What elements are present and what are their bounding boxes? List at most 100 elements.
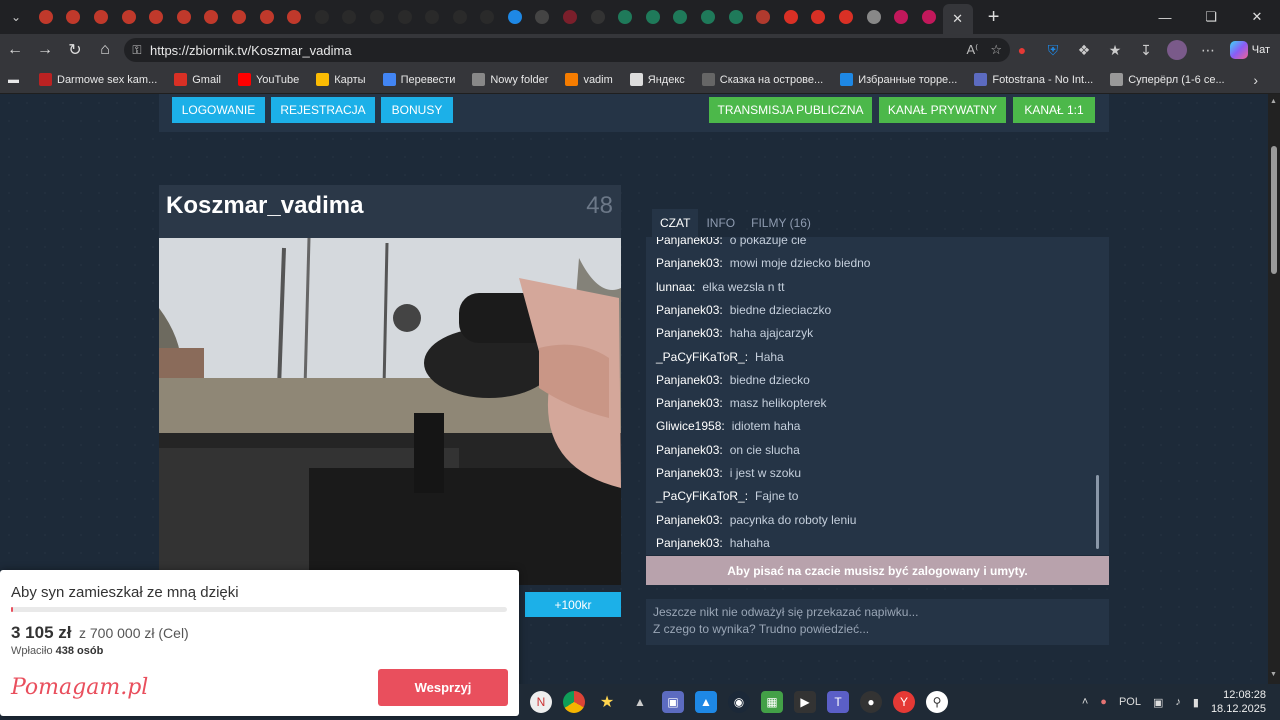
new-tab-icon[interactable]: + (979, 6, 1009, 29)
star-app-icon[interactable]: ★ (596, 691, 618, 713)
network-icon[interactable]: ▣ (1153, 696, 1163, 709)
tab-search-icon[interactable]: ⌄ (0, 0, 32, 34)
scroll-up-icon[interactable]: ▲ (1270, 98, 1277, 105)
microphone-icon[interactable]: ● (1100, 696, 1107, 708)
chat-scrollbar[interactable] (1096, 475, 1099, 549)
chevron-right-icon[interactable]: › (1253, 72, 1258, 88)
browser-tab[interactable] (280, 4, 308, 30)
chat-username[interactable]: Panjanek03: (656, 466, 723, 480)
private-channel-button[interactable]: KANAŁ PRYWATNY (879, 97, 1006, 123)
bookmark-item[interactable]: vadim (565, 73, 613, 86)
bookmark-item[interactable]: Яндекс (629, 73, 685, 86)
more-menu-icon[interactable]: ⋯ (1198, 40, 1218, 60)
browser-tab[interactable] (584, 4, 612, 30)
browser-tab[interactable] (722, 4, 750, 30)
favorite-star-icon[interactable]: ☆ (990, 42, 1002, 58)
close-tab-icon[interactable]: ✕ (952, 11, 963, 27)
tab-info[interactable]: INFO (698, 209, 743, 237)
profile-avatar[interactable] (1167, 40, 1187, 60)
browser-tab[interactable] (474, 4, 502, 30)
browser-tab[interactable] (253, 4, 281, 30)
volume-icon[interactable]: ♪ (1175, 696, 1181, 708)
battery-icon[interactable]: ▮ (1193, 696, 1199, 709)
chat-username[interactable]: Panjanek03: (656, 443, 723, 457)
browser-tab[interactable] (639, 4, 667, 30)
public-stream-button[interactable]: TRANSMISJA PUBLICZNA (709, 97, 872, 123)
bookmark-item[interactable]: Fotostrana - No Int... (974, 73, 1093, 86)
forward-icon[interactable]: → (30, 35, 60, 65)
chat-username[interactable]: Panjanek03: (656, 237, 723, 247)
bonus-button[interactable]: BONUSY (381, 97, 453, 123)
extensions-icon[interactable]: ❖ (1074, 40, 1094, 60)
app-icon-record[interactable]: ● (860, 691, 882, 713)
tray-chevron-icon[interactable]: ˄ (1082, 696, 1088, 708)
steam-icon[interactable]: ◉ (728, 691, 750, 713)
downloads-icon[interactable]: ↧ (1136, 40, 1156, 60)
favorites-icon[interactable]: ★ (1105, 40, 1125, 60)
reading-list-icon[interactable]: ▬ (8, 74, 19, 86)
read-aloud-icon[interactable]: A⁽ (966, 42, 978, 58)
adblock-icon[interactable]: ● (1012, 40, 1032, 60)
one-on-one-button[interactable]: KANAŁ 1:1 (1013, 97, 1095, 123)
app-icon-search[interactable]: ⚲ (926, 691, 948, 713)
app-icon-1[interactable]: N (530, 691, 552, 713)
copilot-chat-button[interactable]: Чат (1224, 39, 1276, 61)
back-icon[interactable]: ← (0, 35, 30, 65)
browser-tab[interactable] (170, 4, 198, 30)
site-info-icon[interactable]: ⚿ (124, 43, 150, 58)
browser-tab[interactable] (363, 4, 391, 30)
browser-tab[interactable] (308, 4, 336, 30)
chat-username[interactable]: _PaCyFiKaToR_: (656, 489, 748, 503)
yandex-icon[interactable]: Y (893, 691, 915, 713)
bookmark-item[interactable]: Darmowe sex kam... (39, 73, 157, 86)
browser-tab[interactable] (391, 4, 419, 30)
chat-messages[interactable]: Panjanek03: o pokazuje cie Panjanek03: mowi… (646, 237, 1109, 555)
minimize-icon[interactable]: — (1142, 0, 1188, 34)
browser-tab[interactable] (446, 4, 474, 30)
video-player[interactable] (159, 238, 621, 585)
browser-tab[interactable] (667, 4, 695, 30)
pomagam-logo[interactable]: Pomagam.pl (11, 675, 148, 700)
maximize-icon[interactable]: ❏ (1188, 0, 1234, 34)
browser-tab[interactable] (749, 4, 777, 30)
tip-100-button[interactable]: +100kr (525, 592, 621, 617)
clock[interactable]: 12:08:28 18.12.2025 (1211, 688, 1266, 716)
browser-tab[interactable] (805, 4, 833, 30)
scrollbar-thumb[interactable] (1271, 146, 1277, 274)
chat-username[interactable]: Gliwice1958: (656, 419, 725, 433)
app-icon-dice[interactable]: ▣ (662, 691, 684, 713)
browser-tab[interactable] (60, 4, 88, 30)
browser-tab[interactable] (501, 4, 529, 30)
browser-tab[interactable] (336, 4, 364, 30)
teams-icon[interactable]: T (827, 691, 849, 713)
tab-films[interactable]: FILMY (16) (743, 209, 819, 237)
browser-tab[interactable] (32, 4, 60, 30)
chat-username[interactable]: Panjanek03: (656, 536, 723, 550)
chat-username[interactable]: Panjanek03: (656, 396, 723, 410)
login-button[interactable]: LOGOWANIE (172, 97, 265, 123)
chrome-icon[interactable] (563, 691, 585, 713)
browser-tab[interactable] (142, 4, 170, 30)
browser-tab[interactable] (225, 4, 253, 30)
bookmark-item[interactable]: Избранные торре... (840, 73, 957, 86)
browser-tab[interactable] (87, 4, 115, 30)
chat-username[interactable]: Panjanek03: (656, 256, 723, 270)
page-scrollbar[interactable]: ▲ ▼ (1268, 94, 1280, 684)
media-player-icon[interactable]: ▶ (794, 691, 816, 713)
photos-icon[interactable]: ▲ (695, 691, 717, 713)
chat-username[interactable]: Panjanek03: (656, 373, 723, 387)
chat-username[interactable]: Panjanek03: (656, 303, 723, 317)
browser-tab[interactable] (198, 4, 226, 30)
bookmark-item[interactable]: Nowy folder (472, 73, 548, 86)
bookmark-item[interactable]: Суперёрл (1-6 се... (1110, 73, 1225, 86)
register-button[interactable]: REJESTRACJA (271, 97, 375, 123)
active-browser-tab[interactable]: ✕ (942, 4, 973, 34)
home-icon[interactable]: ⌂ (90, 35, 120, 65)
bookmark-item[interactable]: Сказка на острове... (701, 73, 823, 86)
reload-icon[interactable]: ↻ (60, 35, 90, 65)
chat-username[interactable]: Panjanek03: (656, 513, 723, 527)
browser-tab[interactable] (777, 4, 805, 30)
browser-tab[interactable] (832, 4, 860, 30)
browser-tab[interactable] (915, 4, 943, 30)
url-input[interactable]: ⚿ https://zbiornik.tv/Koszmar_vadima A⁽ … (124, 38, 1010, 62)
